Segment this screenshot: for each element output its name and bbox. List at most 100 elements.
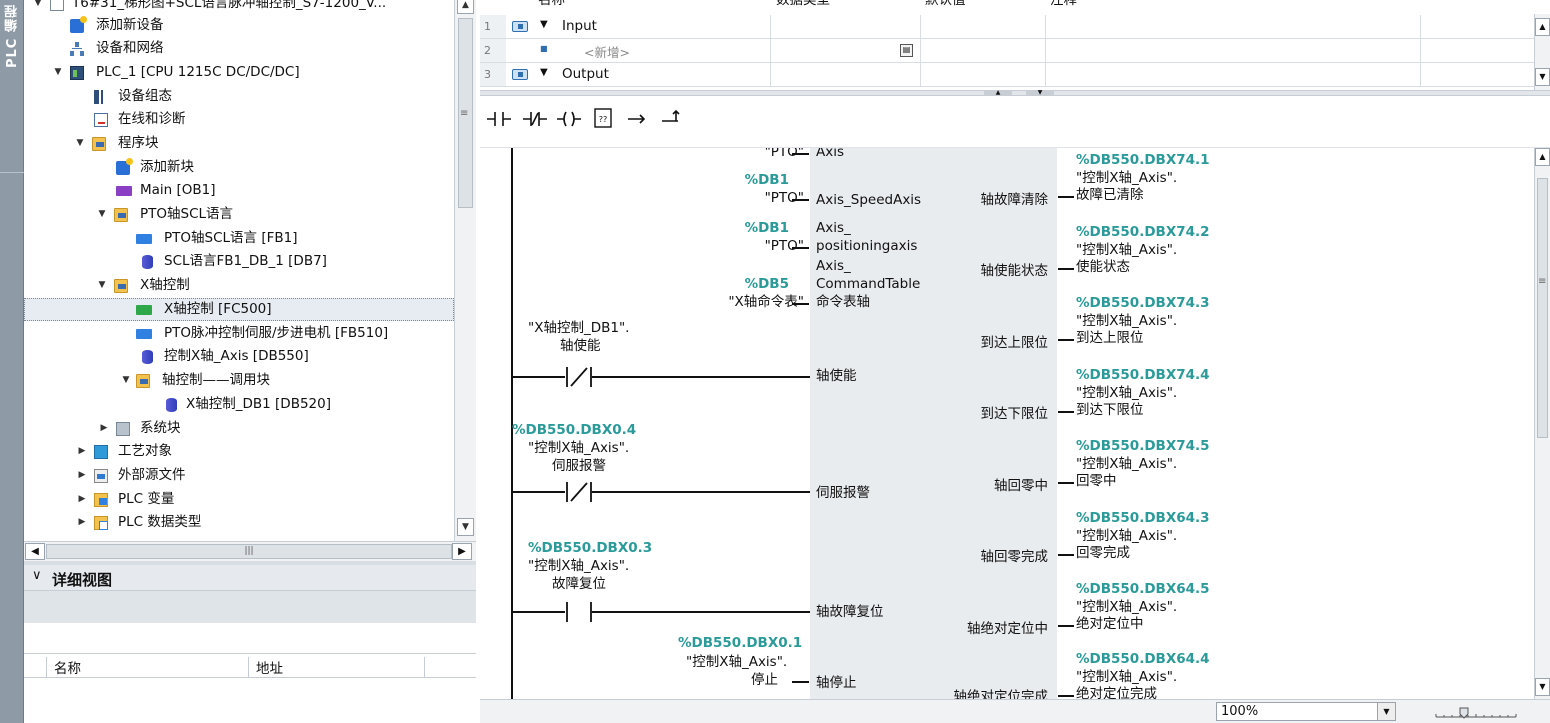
- output-coil-icon[interactable]: [554, 104, 584, 132]
- details-col-address[interactable]: 地址: [256, 657, 283, 677]
- output-tag-member-1[interactable]: 故障已清除: [1076, 187, 1144, 204]
- tree-project-node[interactable]: ▼ T6#31_梯形图+SCL语言脉冲轴控制_S7-1200_V...: [24, 0, 454, 15]
- reset-tag-line1[interactable]: "控制X轴_Axis".: [528, 558, 629, 575]
- tree-item-plc-tags[interactable]: ▶ PLC 变量: [24, 488, 454, 511]
- output-tag-db-7[interactable]: "控制X轴_Axis".: [1076, 599, 1177, 616]
- collapse-arrow-icon[interactable]: ▼: [540, 67, 548, 78]
- nc-contact-icon[interactable]: [520, 104, 550, 132]
- operand-db1-a[interactable]: %DB1: [745, 172, 789, 189]
- servo-tag-line1[interactable]: "控制X轴_Axis".: [528, 440, 629, 457]
- ladder-vertical-scrollbar[interactable]: ▲ ≡ ▼: [1534, 148, 1550, 699]
- close-branch-icon[interactable]: [656, 104, 686, 132]
- expand-arrow-icon[interactable]: ▶: [76, 440, 88, 463]
- scroll-up-button[interactable]: ▲: [1535, 18, 1550, 36]
- output-tag-db-3[interactable]: "控制X轴_Axis".: [1076, 313, 1177, 330]
- operand-db5[interactable]: %DB5: [745, 276, 789, 293]
- tree-item-pto-scl-fb1[interactable]: PTO轴SCL语言 [FB1]: [24, 227, 454, 250]
- output-tag-member-8[interactable]: 绝对定位完成: [1076, 686, 1157, 699]
- output-tag-db-5[interactable]: "控制X轴_Axis".: [1076, 456, 1177, 473]
- scroll-thumb[interactable]: |||: [46, 544, 452, 559]
- col-datatype-header[interactable]: 数据类型: [776, 0, 830, 8]
- tree-item-external-sources[interactable]: ▶ 外部源文件: [24, 464, 454, 487]
- scroll-down-button[interactable]: ▼: [1535, 68, 1550, 86]
- output-tag-db-4[interactable]: "控制X轴_Axis".: [1076, 385, 1177, 402]
- tree-item-pto-scl-group[interactable]: ▼ PTO轴SCL语言: [24, 203, 454, 226]
- collapse-arrow-icon[interactable]: ▼: [52, 61, 64, 84]
- operand-db1-b[interactable]: %DB1: [745, 220, 789, 237]
- open-branch-icon[interactable]: [622, 104, 652, 132]
- splitter-grip-icon[interactable]: ▼: [1026, 90, 1054, 96]
- output-tag-member-7[interactable]: 绝对定位中: [1076, 616, 1144, 633]
- tree-item-scl-db7[interactable]: SCL语言FB1_DB_1 [DB7]: [24, 250, 454, 273]
- tree-item-x-axis-fc500[interactable]: X轴控制 [FC500]: [24, 298, 454, 321]
- col-default-header[interactable]: 默认值: [925, 0, 966, 8]
- output-tag-db-1[interactable]: "控制X轴_Axis".: [1076, 170, 1177, 187]
- tree-item-axis-db550[interactable]: 控制X轴_Axis [DB550]: [24, 345, 454, 368]
- new-entry-placeholder[interactable]: <新增>: [584, 42, 630, 61]
- output-operand-7[interactable]: %DB550.DBX64.5: [1076, 581, 1210, 598]
- chevron-down-icon[interactable]: ▼: [1377, 703, 1395, 720]
- tree-item-device-config[interactable]: 设备组态: [24, 85, 454, 108]
- tree-item-devices-networks[interactable]: 设备和网络: [24, 37, 454, 60]
- expand-arrow-icon[interactable]: ▶: [76, 464, 88, 487]
- no-contact-fault-reset[interactable]: [565, 601, 593, 623]
- expand-arrow-icon[interactable]: ▶: [98, 417, 110, 440]
- plc-programming-tab[interactable]: PLC 编程: [3, 4, 22, 74]
- enable-tag-line2[interactable]: 轴使能: [560, 338, 601, 355]
- scroll-down-button[interactable]: ▼: [1535, 678, 1550, 696]
- output-tag-member-2[interactable]: 使能状态: [1076, 259, 1130, 276]
- servo-operand[interactable]: %DB550.DBX0.4: [512, 422, 636, 439]
- collapse-arrow-icon[interactable]: ▼: [96, 203, 108, 226]
- interface-row-output[interactable]: 3 ▼ Output: [480, 63, 1535, 87]
- collapse-arrow-icon[interactable]: ▼: [120, 369, 132, 392]
- tree-horizontal-scrollbar[interactable]: ◀ ||| ▶: [24, 541, 476, 561]
- output-tag-member-4[interactable]: 到达下限位: [1076, 402, 1144, 419]
- stop-tag-line1[interactable]: "控制X轴_Axis".: [686, 654, 787, 671]
- details-view-header[interactable]: ∨ 详细视图: [24, 565, 476, 591]
- scroll-up-button[interactable]: ▲: [457, 0, 474, 14]
- collapse-arrow-icon[interactable]: ▼: [96, 274, 108, 297]
- output-operand-2[interactable]: %DB550.DBX74.2: [1076, 224, 1210, 241]
- collapse-arrow-icon[interactable]: ▼: [74, 132, 86, 155]
- servo-tag-line2[interactable]: 伺服报警: [552, 458, 606, 475]
- expand-arrow-icon[interactable]: ▶: [76, 488, 88, 511]
- datatype-picker-button[interactable]: ▤: [900, 44, 913, 57]
- output-operand-3[interactable]: %DB550.DBX74.3: [1076, 295, 1210, 312]
- enable-tag-line1[interactable]: "X轴控制_DB1".: [528, 320, 629, 337]
- output-tag-db-2[interactable]: "控制X轴_Axis".: [1076, 242, 1177, 259]
- col-comment-header[interactable]: 注释: [1050, 0, 1077, 8]
- reset-tag-line2[interactable]: 故障复位: [552, 576, 606, 593]
- stop-operand[interactable]: %DB550.DBX0.1: [678, 635, 802, 652]
- tree-item-add-block[interactable]: 添加新块: [24, 156, 454, 179]
- tree-item-call-block-group[interactable]: ▼ 轴控制——调用块: [24, 369, 454, 392]
- tree-item-online-diag[interactable]: 在线和诊断: [24, 108, 454, 131]
- chevron-down-icon[interactable]: ∨: [32, 568, 42, 583]
- scroll-up-button[interactable]: ▲: [1535, 148, 1550, 166]
- output-operand-1[interactable]: %DB550.DBX74.1: [1076, 152, 1210, 169]
- scroll-right-button[interactable]: ▶: [452, 543, 472, 560]
- details-col-name[interactable]: 名称: [54, 657, 81, 677]
- interface-row-new[interactable]: 2 ■ <新增> ▤: [480, 39, 1535, 63]
- tree-item-system-blocks[interactable]: ▶ 系统块: [24, 417, 454, 440]
- interface-row-input[interactable]: 1 ▼ Input: [480, 15, 1535, 39]
- scroll-left-button[interactable]: ◀: [25, 543, 45, 560]
- nc-contact-servo-alarm[interactable]: [565, 481, 593, 503]
- tree-item-x-axis-group[interactable]: ▼ X轴控制: [24, 274, 454, 297]
- tree-item-program-blocks[interactable]: ▼ 程序块: [24, 132, 454, 155]
- empty-box-icon[interactable]: ??: [588, 104, 618, 132]
- collapse-arrow-icon[interactable]: ▼: [540, 19, 548, 30]
- output-tag-db-8[interactable]: "控制X轴_Axis".: [1076, 669, 1177, 686]
- tree-item-add-device[interactable]: 添加新设备: [24, 14, 454, 37]
- output-operand-4[interactable]: %DB550.DBX74.4: [1076, 367, 1210, 384]
- collapse-arrow-icon[interactable]: ▼: [32, 0, 44, 15]
- output-tag-db-6[interactable]: "控制X轴_Axis".: [1076, 528, 1177, 545]
- output-tag-member-3[interactable]: 到达上限位: [1076, 330, 1144, 347]
- scroll-thumb[interactable]: [1537, 178, 1548, 438]
- tree-item-pto-fb510[interactable]: PTO脉冲控制伺服/步进电机 [FB510]: [24, 322, 454, 345]
- tree-item-main-ob1[interactable]: Main [OB1]: [24, 179, 454, 202]
- tree-vertical-scrollbar[interactable]: ▲ ≡ ▼: [454, 0, 476, 541]
- stop-tag-line2[interactable]: 停止: [751, 672, 778, 689]
- output-tag-member-6[interactable]: 回零完成: [1076, 545, 1130, 562]
- output-operand-5[interactable]: %DB550.DBX74.5: [1076, 438, 1210, 455]
- ladder-network-canvas[interactable]: "PTO" %DB1 "PTO" %DB1 "PTO" %DB5 "X轴命令表"…: [480, 148, 1534, 699]
